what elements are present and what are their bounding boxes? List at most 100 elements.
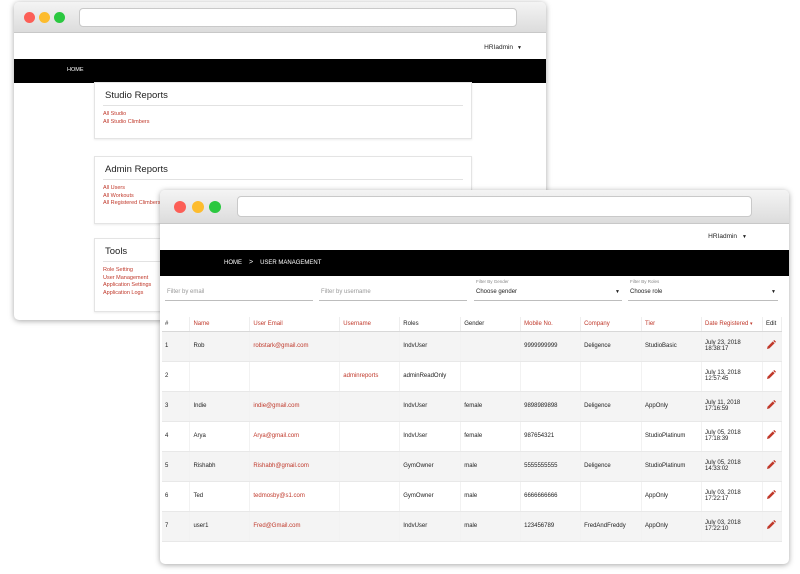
breadcrumb-current: USER MANAGEMENT [260, 260, 322, 266]
cell-role: adminReadOnly [399, 361, 462, 392]
cell-role: IndvUser [399, 421, 462, 452]
cell-edit [762, 391, 783, 422]
cell-mobile: 987654321 [520, 421, 582, 452]
cell-company: Deligence [580, 391, 643, 422]
cell-company [580, 421, 643, 452]
col-header-index: # [162, 317, 191, 332]
col-header-company[interactable]: Company [580, 317, 643, 332]
pencil-icon[interactable] [766, 490, 776, 500]
close-window-button[interactable] [24, 12, 35, 23]
breadcrumb-home[interactable]: HOME [224, 260, 242, 266]
cell-edit [762, 421, 783, 452]
username-filter-input[interactable]: Filter by username [319, 279, 467, 301]
cell-name: Indie [189, 391, 251, 422]
col-header-mobile[interactable]: Mobile No. [520, 317, 582, 332]
cell-email[interactable]: Fred@Gmail.com [249, 511, 341, 542]
breadcrumb: HOME > USER MANAGEMENT [160, 250, 789, 276]
col-header-username[interactable]: Username [339, 317, 401, 332]
cell-date-registered: July 11, 2018 17:16:59 [701, 391, 763, 422]
pencil-icon[interactable] [766, 460, 776, 470]
cell-tier: AppOnly [641, 391, 703, 422]
cell-date-registered: July 05, 2018 17:18:39 [701, 421, 763, 452]
caret-down-icon: ▼ [615, 289, 620, 295]
close-window-button[interactable] [174, 201, 186, 213]
cell-username[interactable] [339, 421, 401, 452]
card-title: Admin Reports [105, 164, 168, 175]
cell-email[interactable]: Arya@gmail.com [249, 421, 341, 452]
cell-mobile: 6666666666 [520, 481, 582, 512]
cell-company: Deligence [580, 331, 643, 362]
cell-index: 5 [162, 451, 191, 482]
cell-index: 3 [162, 391, 191, 422]
col-header-email[interactable]: User Email [249, 317, 341, 332]
sort-desc-icon: ▾ [750, 320, 753, 327]
cell-name: Rishabh [189, 451, 251, 482]
cell-company [580, 481, 643, 512]
col-header-gender: Gender [460, 317, 522, 332]
pencil-icon[interactable] [766, 370, 776, 380]
cell-name: user1 [189, 511, 251, 542]
user-menu-label: HRIadmin [484, 44, 514, 51]
cell-username[interactable]: adminreports [339, 361, 401, 392]
cell-tier [641, 361, 703, 392]
minimize-window-button[interactable] [39, 12, 50, 23]
pencil-icon[interactable] [766, 340, 776, 350]
maximize-window-button[interactable] [209, 201, 221, 213]
col-header-tier[interactable]: Tier [641, 317, 703, 332]
time-value: 18:38:17 [705, 346, 729, 352]
caret-down-icon: ▼ [742, 234, 747, 240]
address-bar[interactable] [79, 8, 517, 27]
cell-email[interactable] [249, 361, 341, 392]
cell-mobile: 9898989898 [520, 391, 582, 422]
minimize-window-button[interactable] [192, 201, 204, 213]
cell-edit [762, 451, 783, 482]
gender-filter-label: Filter By Gender [476, 279, 509, 284]
email-filter-input[interactable]: Filter by email [165, 279, 313, 301]
browser-chrome [160, 190, 789, 224]
cell-index: 4 [162, 421, 191, 452]
nav-home-link[interactable]: HOME [67, 67, 84, 73]
link-all-studio[interactable]: All Studio [103, 111, 471, 119]
maximize-window-button[interactable] [54, 12, 65, 23]
cell-email[interactable]: tedmosby@s1.com [249, 481, 341, 512]
user-menu[interactable]: HRIadmin ▼ [708, 233, 747, 240]
cell-email[interactable]: robstark@gmail.com [249, 331, 341, 362]
cell-role: GymOwner [399, 481, 462, 512]
cell-tier: StudioPlatinum [641, 421, 703, 452]
cell-date-registered: July 05, 2018 14:33:02 [701, 451, 763, 482]
username-filter-placeholder: Filter by username [321, 289, 371, 295]
cell-username[interactable] [339, 511, 401, 542]
roles-filter-value: Choose role [630, 289, 663, 295]
user-menu[interactable]: HRIadmin ▼ [484, 44, 522, 51]
cell-username[interactable] [339, 451, 401, 482]
studio-reports-card: Studio Reports All Studio All Studio Cli… [94, 82, 472, 139]
cell-email[interactable]: Rishabh@gmail.com [249, 451, 341, 482]
cell-role: GymOwner [399, 451, 462, 482]
cell-company: FredAndFreddy [580, 511, 643, 542]
gender-filter-select[interactable]: Filter By Gender Choose gender ▼ [474, 279, 622, 301]
gender-filter-value: Choose gender [476, 289, 518, 295]
cell-username[interactable] [339, 391, 401, 422]
cell-username[interactable] [339, 331, 401, 362]
chevron-right-icon: > [249, 259, 254, 266]
time-value: 12:57:45 [705, 376, 729, 382]
col-header-name[interactable]: Name [189, 317, 251, 332]
pencil-icon[interactable] [766, 400, 776, 410]
table-header-row: # Name User Email Username Roles Gender … [162, 317, 783, 332]
cell-username[interactable] [339, 481, 401, 512]
cell-role: IndvUser [399, 511, 462, 542]
link-all-studio-climbers[interactable]: All Studio Climbers [103, 119, 471, 127]
pencil-icon[interactable] [766, 430, 776, 440]
col-header-date-registered[interactable]: Date Registered ▾ [701, 317, 763, 332]
address-bar[interactable] [237, 196, 752, 217]
table-row: 2 adminreports adminReadOnly July 13, 2018 1… [162, 361, 783, 392]
cell-index: 2 [162, 361, 191, 392]
cell-email[interactable]: indie@gmail.com [249, 391, 341, 422]
cell-mobile [520, 361, 582, 392]
card-title: Studio Reports [105, 90, 168, 101]
cell-mobile: 123456789 [520, 511, 582, 542]
table-row: 5 Rishabh Rishabh@gmail.com GymOwner male 555… [162, 451, 783, 482]
cell-edit [762, 361, 783, 392]
roles-filter-select[interactable]: Filter By Roles Choose role ▼ [628, 279, 778, 301]
pencil-icon[interactable] [766, 520, 776, 530]
